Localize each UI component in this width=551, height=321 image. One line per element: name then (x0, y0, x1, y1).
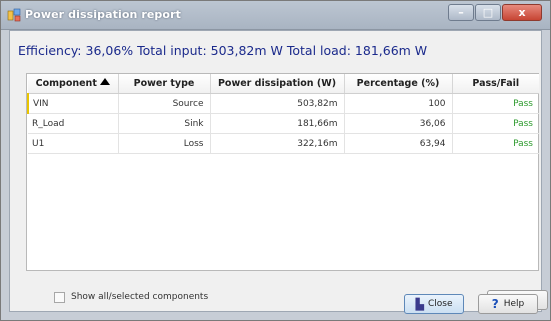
results-table[interactable]: Component Power type Power dissipation (… (26, 73, 539, 271)
dialog-body: Efficiency: 36,06% Total input: 503,82m … (9, 30, 548, 312)
close-button[interactable]: ▙ Close (404, 294, 464, 314)
cell-pass-fail: Pass (452, 113, 539, 134)
show-all-checkbox[interactable] (54, 291, 65, 303)
close-button-label: Close (427, 299, 453, 309)
cell-component: R_Load (28, 113, 119, 134)
table-row[interactable]: R_Load Sink 181,66m 36,06 Pass (28, 113, 539, 134)
cell-percentage: 63,94 (344, 133, 453, 154)
show-all-option[interactable]: Show all/selected components (54, 290, 208, 304)
cell-pass-fail: Pass (452, 133, 539, 154)
cell-power-type: Source (118, 93, 211, 114)
close-door-icon: ▙ (415, 297, 424, 311)
cell-power-dissipation: 181,66m (210, 113, 345, 134)
cell-component: VIN (27, 93, 119, 114)
cell-percentage: 100 (344, 93, 453, 114)
help-button-label: Help (503, 299, 525, 309)
cell-power-type: Sink (118, 113, 211, 134)
window-close-button[interactable]: x (502, 4, 542, 21)
question-mark-icon: ? (491, 297, 499, 311)
circuit-icon (7, 8, 21, 22)
title-bar[interactable]: Power dissipation report – □ x (1, 1, 550, 30)
table-row[interactable]: VIN Source 503,82m 100 Pass (27, 93, 539, 114)
maximize-icon: □ (482, 6, 494, 19)
help-button[interactable]: ? Help (478, 294, 538, 314)
cell-pass-fail: Pass (452, 93, 539, 114)
window-title: Power dissipation report (25, 8, 181, 21)
column-header-power-type[interactable]: Power type (118, 74, 211, 94)
cell-percentage: 36,06 (344, 113, 453, 134)
maximize-button[interactable]: □ (475, 4, 501, 21)
table-row[interactable]: U1 Loss 322,16m 63,94 Pass (28, 133, 539, 154)
minimize-button[interactable]: – (448, 4, 474, 21)
show-all-label: Show all/selected components (71, 292, 209, 302)
column-header-percentage[interactable]: Percentage (%) (344, 74, 453, 94)
cell-power-type: Loss (118, 133, 211, 154)
column-header-pass-fail[interactable]: Pass/Fail (452, 74, 539, 94)
sort-ascending-icon (99, 78, 110, 85)
column-header-component[interactable]: Component (28, 74, 119, 94)
cell-power-dissipation: 503,82m (210, 93, 345, 114)
power-dissipation-window: Power dissipation report – □ x Efficienc… (0, 0, 551, 321)
minimize-icon: – (458, 6, 464, 19)
close-icon: x (518, 6, 526, 19)
column-header-power-dissipation[interactable]: Power dissipation (W) (210, 74, 345, 94)
cell-component: U1 (28, 133, 119, 154)
table-header-row: Component Power type Power dissipation (… (28, 74, 539, 94)
window-controls: – □ x (447, 4, 542, 22)
efficiency-summary: Efficiency: 36,06% Total input: 503,82m … (18, 43, 428, 58)
cell-power-dissipation: 322,16m (210, 133, 345, 154)
